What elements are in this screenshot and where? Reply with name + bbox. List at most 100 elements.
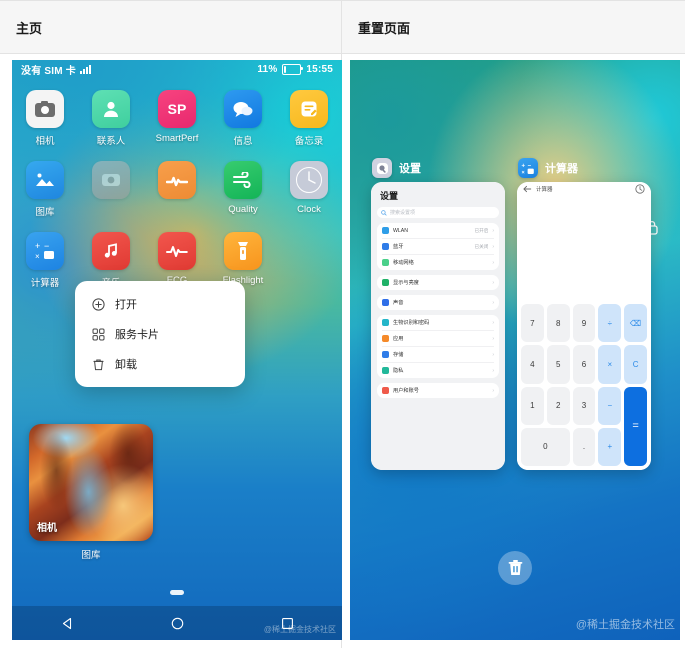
settings-row-display[interactable]: 显示与亮度 › [382, 275, 494, 290]
calc-key-multiply[interactable]: × [598, 345, 622, 384]
chevron-right-icon: › [492, 335, 494, 342]
page-indicator [170, 590, 184, 595]
calc-key-9[interactable]: 9 [572, 304, 596, 343]
app-clock[interactable]: Clock [281, 161, 337, 218]
gallery-widget-label: 图库 [81, 550, 101, 561]
calc-key-1[interactable]: 1 [521, 386, 544, 425]
cell-recents-screen: 设置 + − × 计算器 设置 搜索设置项 WLAN 已开启 › 蓝牙 已关闭 … [342, 54, 685, 648]
calc-key-clear[interactable]: C [624, 345, 647, 384]
quality-icon [224, 161, 262, 199]
task-card-settings[interactable]: 设置 搜索设置项 WLAN 已开启 › 蓝牙 已关闭 › 移动网络 › 显示与亮… [371, 182, 505, 470]
settings-row-wlan[interactable]: WLAN 已开启 › [382, 223, 494, 239]
settings-icon [372, 158, 392, 178]
settings-group: 生物识别和密码 › 应用 › 存储 › 隐私 › [377, 315, 499, 378]
chevron-right-icon: › [492, 299, 494, 306]
settings-row-sound[interactable]: 声音 › [382, 295, 494, 310]
gallery-icon [26, 161, 64, 199]
context-menu-item-uninstall[interactable]: 卸载 [75, 349, 245, 379]
calculator-toolbar: 计算器 [517, 182, 651, 196]
svg-text:+: + [522, 163, 526, 169]
watermark-recents: @稀土掘金技术社区 [575, 619, 675, 631]
calculator-title: 计算器 [536, 187, 553, 193]
calc-key-2[interactable]: 2 [546, 386, 570, 425]
calc-key-5[interactable]: 5 [546, 345, 570, 384]
svg-text:×: × [35, 252, 40, 261]
app-label: 相机 [35, 136, 55, 147]
home-button[interactable] [162, 608, 192, 638]
apps-icon [382, 335, 389, 342]
settings-row-bluetooth[interactable]: 蓝牙 已关闭 › [382, 239, 494, 255]
app-context-menu[interactable]: 打开 服务卡片 卸载 [75, 281, 245, 387]
calculator-icon: + − × [518, 158, 538, 178]
calc-key-4[interactable]: 4 [521, 345, 544, 384]
calc-key-minus[interactable]: − [598, 386, 622, 425]
table-header-home: 主页 [0, 1, 342, 53]
app-gallery[interactable]: 图库 [17, 161, 73, 218]
health-icon [158, 161, 196, 199]
settings-row-label: WLAN [393, 227, 408, 234]
app-camera[interactable]: 相机 [17, 90, 73, 147]
calc-key-equals[interactable]: = [624, 386, 647, 466]
calc-key-3[interactable]: 3 [572, 386, 596, 425]
settings-row-storage[interactable]: 存储 › [382, 347, 494, 363]
app-row-2: 图库 Quality Clock [12, 161, 342, 218]
comparison-table: 主页 重置页面 没有 SIM 卡 11% 15:55 相机 联系人 SP Sma… [0, 0, 685, 648]
messages-icon [224, 90, 262, 128]
gallery-widget-image[interactable]: 相机 [29, 424, 153, 541]
app-calculator[interactable]: + − × 计算器 [17, 232, 73, 289]
settings-row-label: 蓝牙 [393, 244, 404, 250]
calc-key-7[interactable]: 7 [521, 304, 544, 343]
clear-all-button[interactable] [498, 551, 532, 585]
svg-text:−: − [44, 241, 49, 251]
context-menu-label: 服务卡片 [115, 329, 159, 341]
app-smartperf[interactable]: SP SmartPerf [149, 90, 205, 147]
app-label: Quality [228, 204, 258, 215]
task-header-calculator[interactable]: + − × 计算器 [518, 158, 578, 178]
app-label: 联系人 [96, 136, 126, 147]
calc-key-6[interactable]: 6 [572, 345, 596, 384]
settings-row-mobile-network[interactable]: 移动网络 › [382, 255, 494, 270]
back-arrow-icon[interactable] [523, 185, 532, 193]
search-icon [381, 209, 387, 216]
back-button[interactable] [52, 608, 82, 638]
context-menu-item-open[interactable]: 打开 [75, 289, 245, 319]
smartperf-icon: SP [158, 90, 196, 128]
calc-key-0[interactable]: 0 [521, 427, 570, 466]
settings-row-biometrics[interactable]: 生物识别和密码 › [382, 315, 494, 331]
app-quality[interactable]: Quality [215, 161, 271, 218]
service-card-icon [91, 327, 105, 341]
svg-text:×: × [522, 170, 525, 175]
task-header-settings[interactable]: 设置 [372, 158, 421, 178]
clock-icon [290, 161, 328, 199]
app-row-1: 相机 联系人 SP SmartPerf 信息 备忘录 [12, 90, 342, 147]
carrier-label: 没有 SIM 卡 [21, 65, 76, 77]
calc-key-backspace[interactable]: ⌫ [624, 304, 647, 343]
history-icon[interactable] [635, 184, 645, 194]
settings-row-privacy[interactable]: 隐私 › [382, 363, 494, 378]
app-label: 信息 [233, 136, 253, 147]
app-messages[interactable]: 信息 [215, 90, 271, 147]
wlan-icon [382, 227, 389, 234]
trash-icon [91, 357, 105, 371]
calculator-icon: + − × [26, 232, 64, 270]
context-menu-label: 卸载 [115, 359, 137, 371]
app-music-placeholder[interactable] [83, 161, 139, 218]
app-slot-empty [281, 232, 337, 289]
chevron-right-icon: › [492, 387, 494, 394]
calc-key-decimal[interactable]: . [572, 427, 596, 466]
app-health[interactable] [149, 161, 205, 218]
task-title: 计算器 [545, 163, 578, 175]
app-notes[interactable]: 备忘录 [281, 90, 337, 147]
calc-key-plus[interactable]: + [598, 427, 622, 466]
settings-row-accounts[interactable]: 用户和账号 › [382, 383, 494, 398]
settings-search-box[interactable]: 搜索设置项 [377, 207, 499, 218]
gallery-widget[interactable]: 相机 图库 [29, 424, 153, 561]
task-card-calculator[interactable]: 计算器 7 8 9 ÷ ⌫ 4 5 6 × C 1 2 3 − = 0 . + [517, 182, 651, 470]
calc-key-divide[interactable]: ÷ [598, 304, 622, 343]
status-bar: 没有 SIM 卡 11% 15:55 [12, 60, 342, 78]
calc-key-8[interactable]: 8 [546, 304, 570, 343]
context-menu-item-service-card[interactable]: 服务卡片 [75, 319, 245, 349]
app-contacts[interactable]: 联系人 [83, 90, 139, 147]
settings-row-apps[interactable]: 应用 › [382, 331, 494, 347]
table-body-row: 没有 SIM 卡 11% 15:55 相机 联系人 SP SmartPerf 信… [0, 54, 685, 648]
